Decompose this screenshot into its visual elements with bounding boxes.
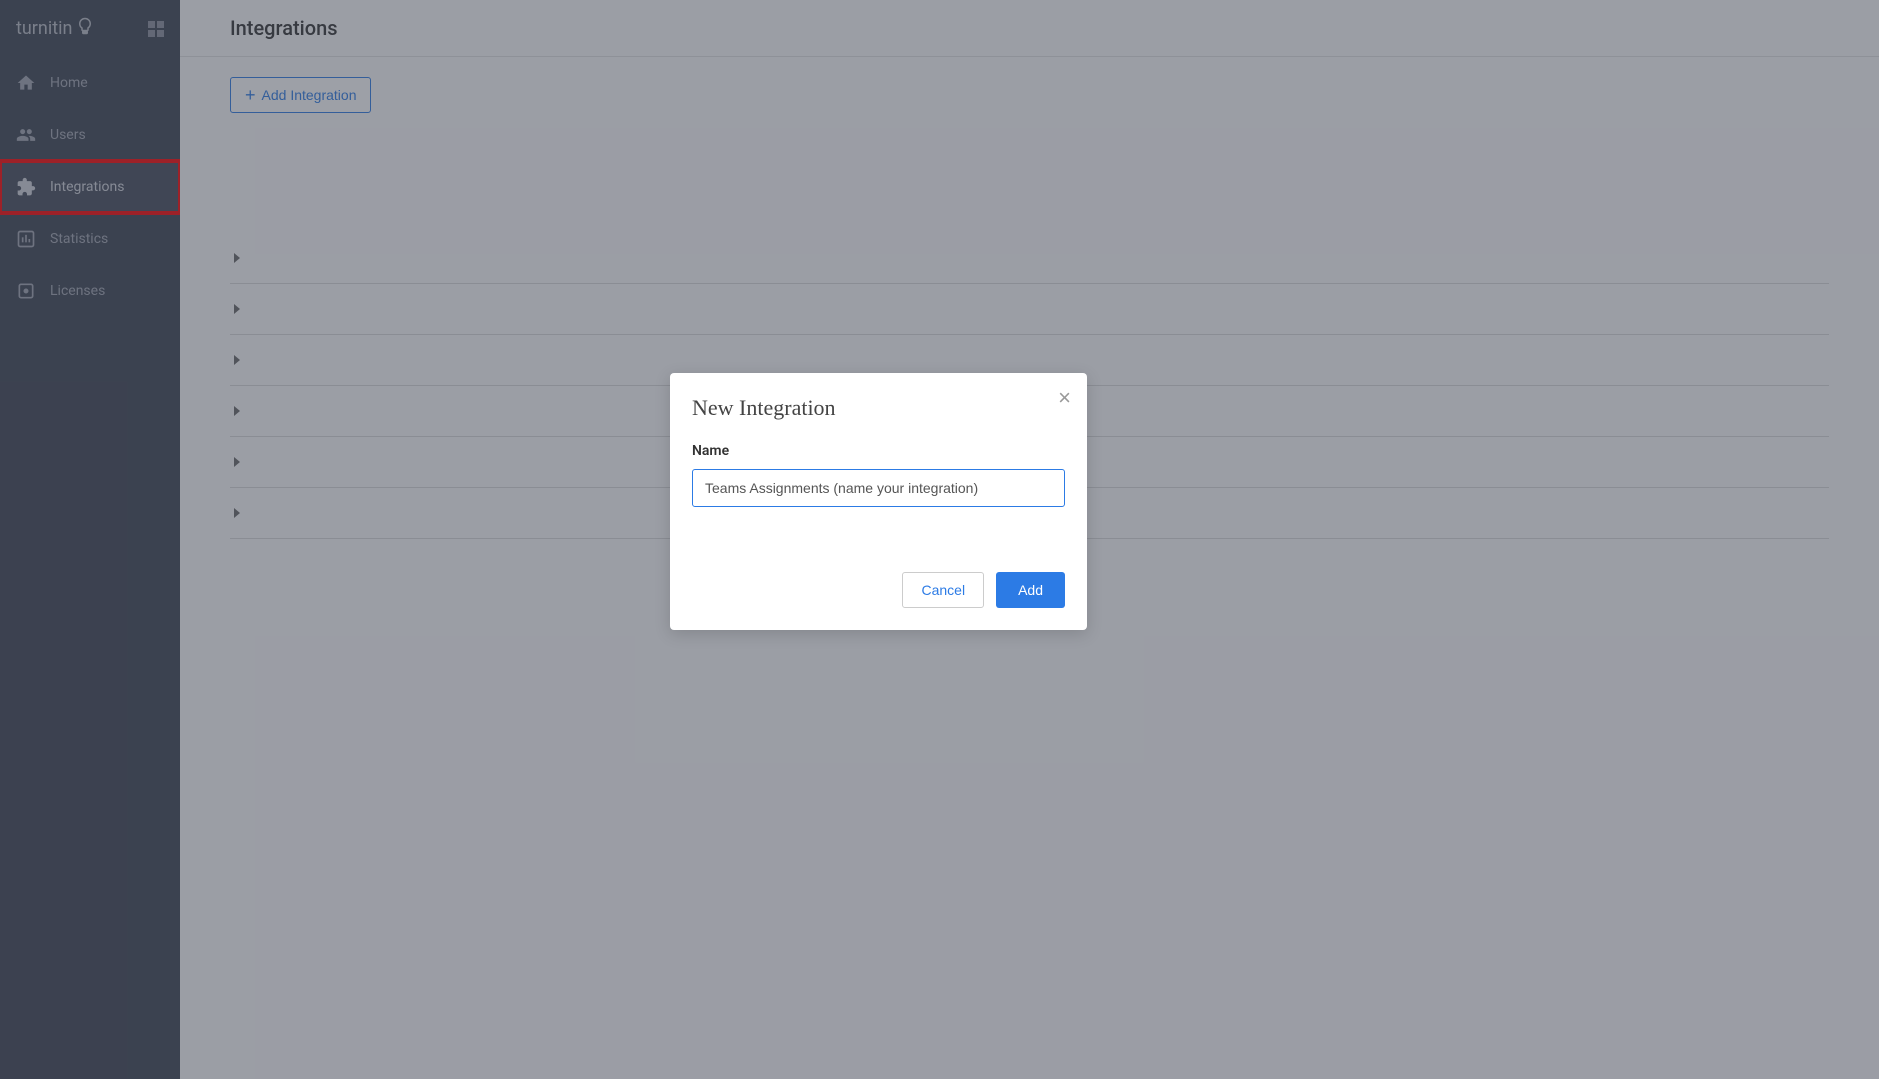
name-label: Name	[692, 443, 1065, 459]
close-button[interactable]: ×	[1058, 387, 1071, 409]
close-icon: ×	[1058, 385, 1071, 410]
new-integration-modal: × New Integration Name Cancel Add	[670, 373, 1087, 630]
modal-actions: Cancel Add	[692, 572, 1065, 608]
integration-name-input[interactable]	[692, 469, 1065, 507]
cancel-button[interactable]: Cancel	[902, 572, 984, 608]
modal-title: New Integration	[692, 395, 1065, 421]
add-button[interactable]: Add	[996, 572, 1065, 608]
